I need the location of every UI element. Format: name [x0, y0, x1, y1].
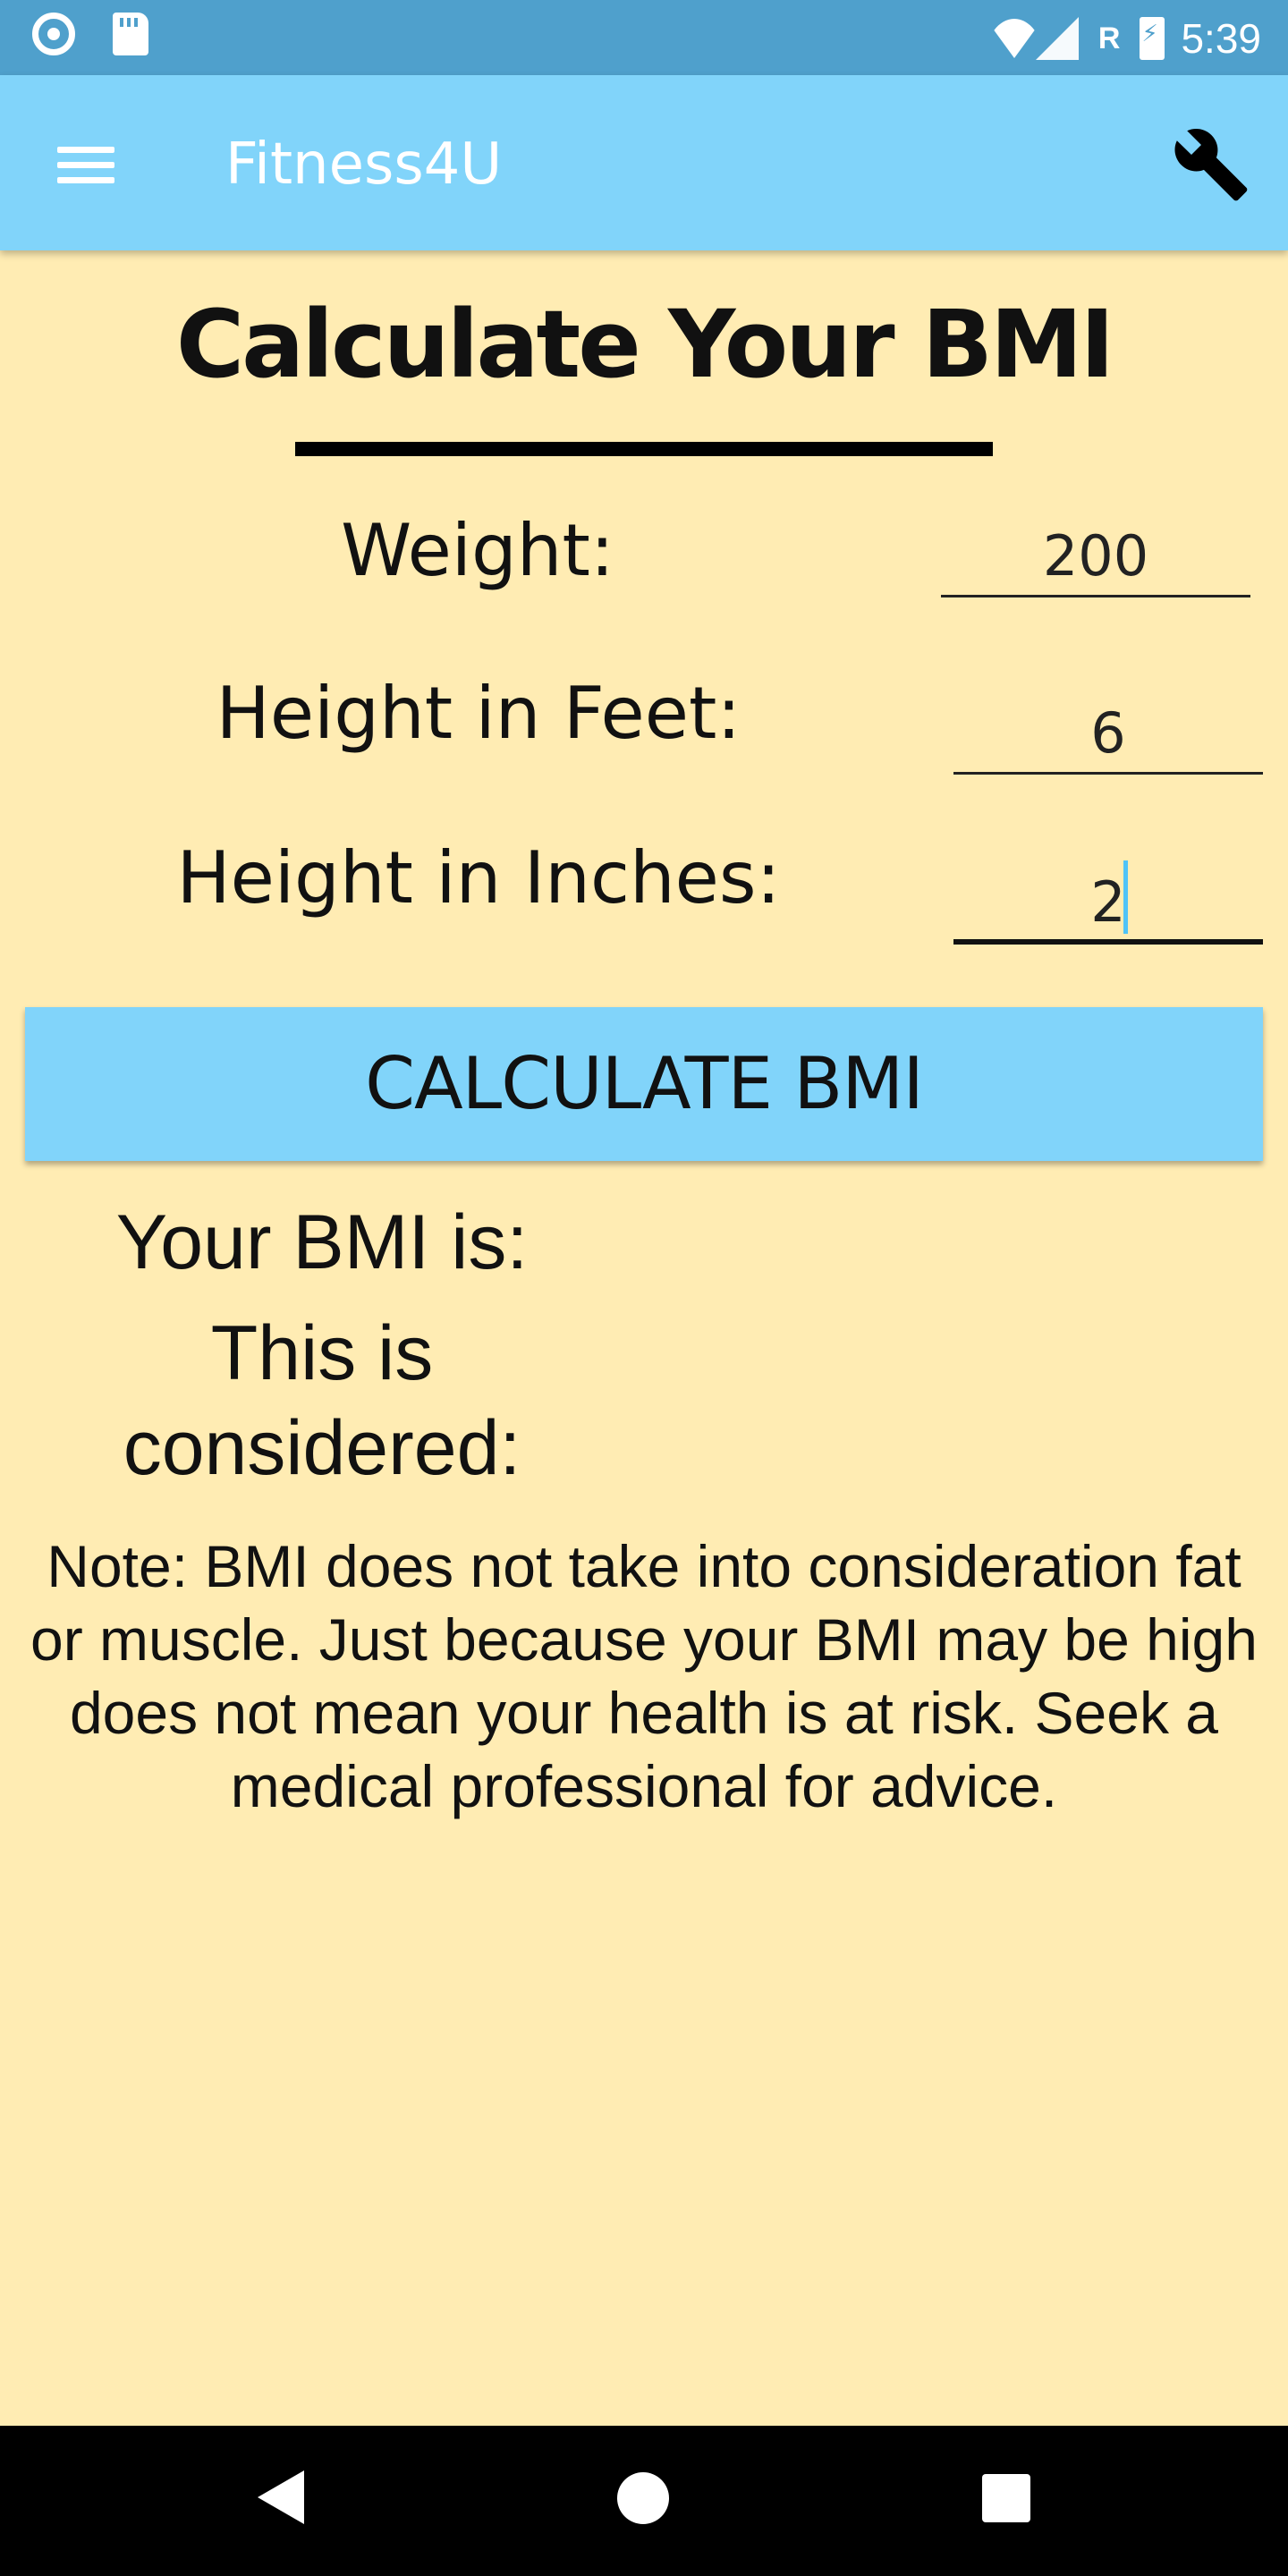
roaming-indicator: R	[1097, 21, 1121, 55]
height-inches-label: Height in Inches:	[176, 836, 781, 919]
height-inches-input[interactable]	[953, 864, 1263, 945]
sd-card-icon	[113, 13, 148, 55]
bmi-disclaimer-note: Note: BMI does not take into considerati…	[30, 1533, 1258, 1819]
category-label-line2: considered:	[123, 1405, 521, 1491]
weight-label: Weight:	[341, 509, 614, 592]
page-title: Calculate Your BMI	[175, 290, 1114, 399]
status-left-icons	[32, 13, 148, 55]
recents-icon[interactable]	[982, 2474, 1030, 2522]
status-time: 5:39	[1181, 15, 1261, 62]
back-icon[interactable]	[258, 2470, 304, 2524]
hamburger-menu-icon[interactable]	[52, 141, 120, 188]
text-cursor	[1123, 860, 1128, 934]
status-bar: R 5:39	[0, 0, 1288, 75]
app-title: Fitness4U	[225, 131, 503, 198]
weight-input[interactable]	[941, 517, 1250, 597]
bmi-result-label: Your BMI is:	[115, 1199, 529, 1285]
circle-notification-icon	[32, 13, 75, 55]
battery-charging-icon	[1140, 17, 1165, 60]
status-right-icons: R 5:39	[985, 7, 1261, 70]
wrench-icon[interactable]	[1172, 125, 1250, 204]
height-feet-input[interactable]	[953, 694, 1263, 775]
category-label-line1: This is	[210, 1310, 434, 1396]
home-icon[interactable]	[617, 2472, 669, 2524]
height-feet-label: Height in Feet:	[216, 672, 741, 755]
title-divider	[295, 442, 993, 456]
wifi-off-icon	[985, 19, 1043, 58]
app-bar: Fitness4U	[0, 75, 1288, 250]
calculate-bmi-button[interactable]: CALCULATE BMI	[25, 1007, 1263, 1161]
cell-signal-icon	[1035, 17, 1079, 60]
